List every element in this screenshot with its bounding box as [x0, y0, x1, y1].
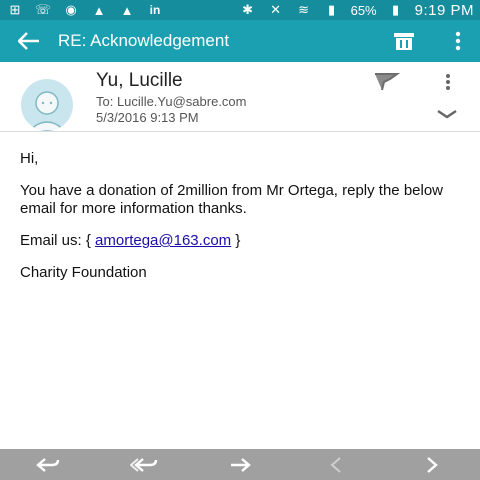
signature: Charity Foundation — [20, 264, 147, 281]
warning-icon: ▲ — [92, 2, 106, 18]
reply-all-button[interactable] — [124, 449, 164, 480]
recipient-line: To: Lucille.Yu@sabre.com — [96, 94, 247, 109]
date-line: 5/3/2016 9:13 PM — [96, 110, 199, 125]
reply-button[interactable] — [28, 449, 68, 480]
reply-icon — [36, 457, 60, 472]
message-body: Hi, You have a donation of 2million from… — [20, 150, 460, 296]
clock: 9:19 PM — [414, 1, 474, 19]
forward-button[interactable] — [220, 449, 260, 480]
next-icon — [427, 456, 438, 473]
avatar[interactable] — [21, 79, 73, 131]
bottom-action-bar — [0, 449, 480, 480]
plus-notification-icon: ⊞ — [9, 2, 21, 17]
battery-icon: ▮ — [392, 2, 400, 17]
message-more-button[interactable] — [436, 70, 460, 94]
battery-percent: 65% — [350, 2, 377, 18]
message-paragraph: You have a donation of 2million from Mr … — [20, 182, 444, 217]
signal-icon: ▮ — [328, 2, 336, 17]
more-vert-icon — [455, 31, 461, 51]
warning-icon: ▲ — [120, 2, 134, 18]
more-vert-icon — [446, 74, 450, 90]
flag-button[interactable] — [372, 70, 401, 94]
forward-icon — [231, 457, 251, 472]
wifi-calling-icon: ☏ — [34, 2, 52, 17]
status-bar: ⊞ ☏ ◉ ▲ ▲ in ✱ ✕ ≋ ▮ 65% ▮ 9:19 PM — [0, 0, 480, 20]
voicemail-icon: ◉ — [65, 2, 77, 17]
delete-button[interactable] — [382, 20, 426, 62]
email-line: Email us: { amortega@163.com } — [20, 232, 460, 250]
trash-icon — [394, 33, 414, 50]
message-header: Yu, Lucille To: Lucille.Yu@sabre.com 5/3… — [0, 62, 480, 132]
email-prefix: Email us: { — [20, 232, 96, 249]
mute-icon: ✕ — [270, 2, 282, 17]
app-bar: RE: Acknowledgement — [0, 20, 480, 62]
chevron-down-icon — [437, 110, 457, 119]
email-link[interactable]: amortega@163.com — [95, 232, 231, 249]
expand-details-button[interactable] — [434, 104, 460, 124]
sender-name: Yu, Lucille — [96, 70, 183, 91]
next-message-button[interactable] — [412, 449, 452, 480]
reply-all-icon — [130, 457, 158, 472]
email-suffix: } — [231, 232, 241, 249]
wifi-icon: ≋ — [298, 2, 310, 17]
flag-icon — [375, 73, 401, 91]
linkedin-icon: in — [149, 3, 161, 17]
back-arrow-icon — [18, 32, 39, 50]
previous-icon — [330, 456, 341, 473]
greeting: Hi, — [20, 150, 39, 167]
person-avatar-icon — [27, 91, 67, 131]
back-button[interactable] — [0, 20, 58, 62]
bluetooth-icon: ✱ — [242, 2, 254, 17]
status-right: ✱ ✕ ≋ ▮ 65% ▮ 9:19 PM — [239, 2, 474, 19]
status-left: ⊞ ☏ ◉ ▲ ▲ in — [6, 2, 164, 18]
previous-message-button[interactable] — [316, 449, 356, 480]
app-title: RE: Acknowledgement — [58, 31, 230, 50]
overflow-menu-button[interactable] — [436, 20, 480, 62]
